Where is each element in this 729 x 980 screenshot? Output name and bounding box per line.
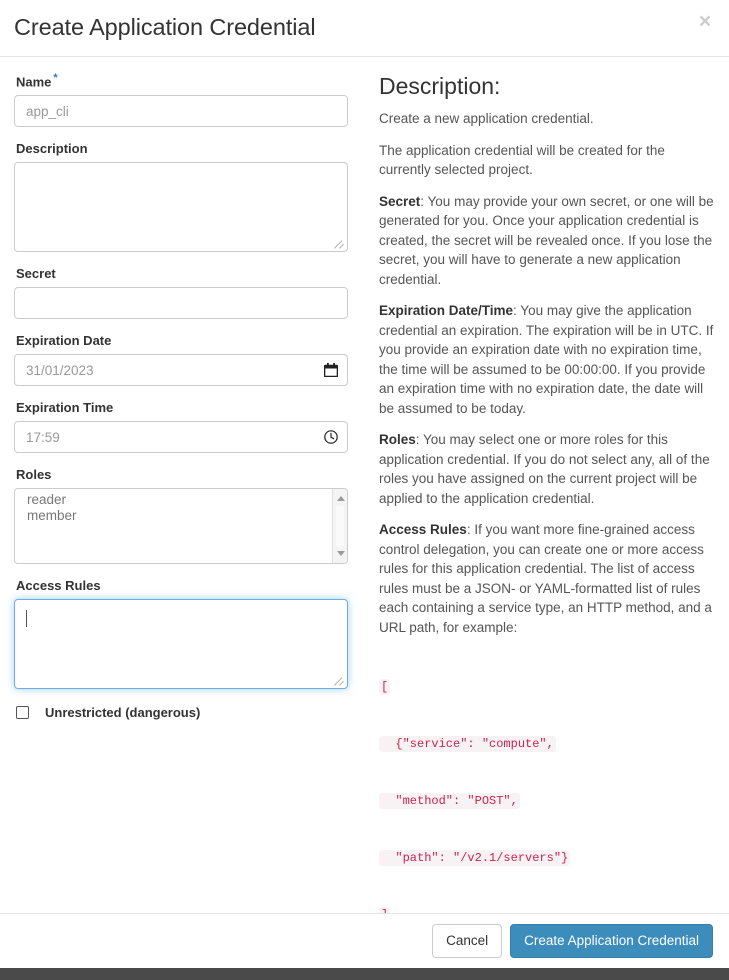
- expiration-date-label: Expiration Date: [16, 333, 112, 349]
- create-application-credential-dialog: Create Application Credential × Name* De…: [0, 0, 729, 968]
- roles-label: Roles: [16, 467, 52, 483]
- description-heading: Description:: [379, 73, 501, 99]
- roles-scrollbar[interactable]: [332, 489, 347, 564]
- description-paragraph: The application credential will be creat…: [379, 141, 715, 180]
- code-line: "method": "POST",: [379, 793, 520, 809]
- paragraph-text: The application credential will be creat…: [379, 142, 665, 178]
- description-textarea-wrap: [14, 162, 348, 253]
- expiration-date-input[interactable]: [14, 354, 348, 387]
- description-paragraph: Expiration Date/Time: You may give the a…: [379, 301, 715, 418]
- code-line: {"service": "compute",: [379, 736, 556, 752]
- paragraph-text: Create a new application credential.: [379, 111, 594, 126]
- name-label-text: Name: [16, 74, 52, 90]
- expiration-time-input[interactable]: [14, 421, 348, 454]
- paragraph-bold-lead: Access Rules: [379, 522, 467, 537]
- create-application-credential-button[interactable]: Create Application Credential: [510, 924, 713, 958]
- code-line: [: [379, 679, 391, 695]
- access-rules-label: Access Rules: [16, 578, 101, 594]
- dialog-body: Name* Description Secret Expiration Date: [0, 57, 729, 913]
- field-name: Name *: [14, 70, 350, 128]
- roles-list: reader member: [15, 489, 331, 563]
- required-asterisk: *: [53, 72, 58, 84]
- description-paragraph: Access Rules: If you want more fine-grai…: [379, 520, 715, 637]
- field-secret: Secret: [14, 266, 350, 320]
- expiration-date-wrap: [14, 354, 348, 387]
- scrollbar-track[interactable]: [336, 506, 344, 547]
- name-label: Name *: [16, 70, 350, 90]
- dialog-footer: Cancel Create Application Credential: [0, 913, 729, 968]
- page-title: Create Application Credential: [14, 14, 316, 40]
- field-roles: Roles reader member: [14, 467, 350, 565]
- json-example-code: [ {"service": "compute", "method": "POST…: [379, 640, 715, 913]
- paragraph-bold-lead: Secret: [379, 193, 421, 209]
- text-cursor: [26, 610, 27, 628]
- access-rules-textarea-wrap: [14, 599, 348, 690]
- field-expiration-date: Expiration Date: [14, 333, 350, 387]
- field-unrestricted[interactable]: Unrestricted (dangerous): [16, 705, 350, 720]
- dialog-header: Create Application Credential ×: [0, 0, 729, 57]
- list-item[interactable]: member: [27, 508, 331, 524]
- secret-label: Secret: [16, 266, 56, 282]
- paragraph-text: : You may select one or more roles for t…: [379, 432, 710, 506]
- roles-listbox[interactable]: reader member: [14, 488, 348, 565]
- description-paragraph: Secret: You may provide your own secret,…: [379, 192, 715, 290]
- code-line: "path": "/v2.1/servers"}: [379, 850, 571, 866]
- paragraph-bold-lead: Expiration Date/Time: [379, 303, 514, 318]
- scroll-down-icon[interactable]: [333, 546, 347, 561]
- name-input[interactable]: [14, 95, 348, 128]
- paragraph-text: : If you want more fine-grained access c…: [379, 522, 712, 635]
- code-line: ]: [379, 907, 391, 913]
- expiration-time-label: Expiration Time: [16, 400, 114, 416]
- paragraph-text: : You may provide your own secret, or on…: [379, 193, 714, 287]
- field-access-rules: Access Rules: [14, 578, 350, 690]
- description-paragraph: Roles: You may select one or more roles …: [379, 430, 715, 508]
- description-label: Description: [16, 141, 88, 157]
- paragraph-text: : You may give the application credentia…: [379, 303, 714, 416]
- expiration-time-wrap: [14, 421, 348, 454]
- field-expiration-time: Expiration Time: [14, 400, 350, 454]
- description-panel: Description: Create a new application cr…: [364, 70, 715, 913]
- access-rules-textarea[interactable]: [14, 599, 348, 690]
- unrestricted-label: Unrestricted (dangerous): [45, 705, 201, 721]
- paragraph-bold-lead: Roles: [379, 432, 416, 447]
- scroll-up-icon[interactable]: [333, 491, 347, 506]
- field-description: Description: [14, 141, 350, 253]
- unrestricted-checkbox[interactable]: [16, 706, 29, 720]
- description-textarea[interactable]: [14, 162, 348, 253]
- cancel-button[interactable]: Cancel: [432, 924, 503, 958]
- close-icon[interactable]: ×: [693, 10, 717, 34]
- secret-input[interactable]: [14, 287, 348, 320]
- list-item[interactable]: reader: [27, 492, 331, 508]
- page-background-strip: [0, 968, 729, 980]
- description-paragraph: Create a new application credential.: [379, 109, 715, 129]
- credential-form: Name* Description Secret Expiration Date: [14, 70, 364, 913]
